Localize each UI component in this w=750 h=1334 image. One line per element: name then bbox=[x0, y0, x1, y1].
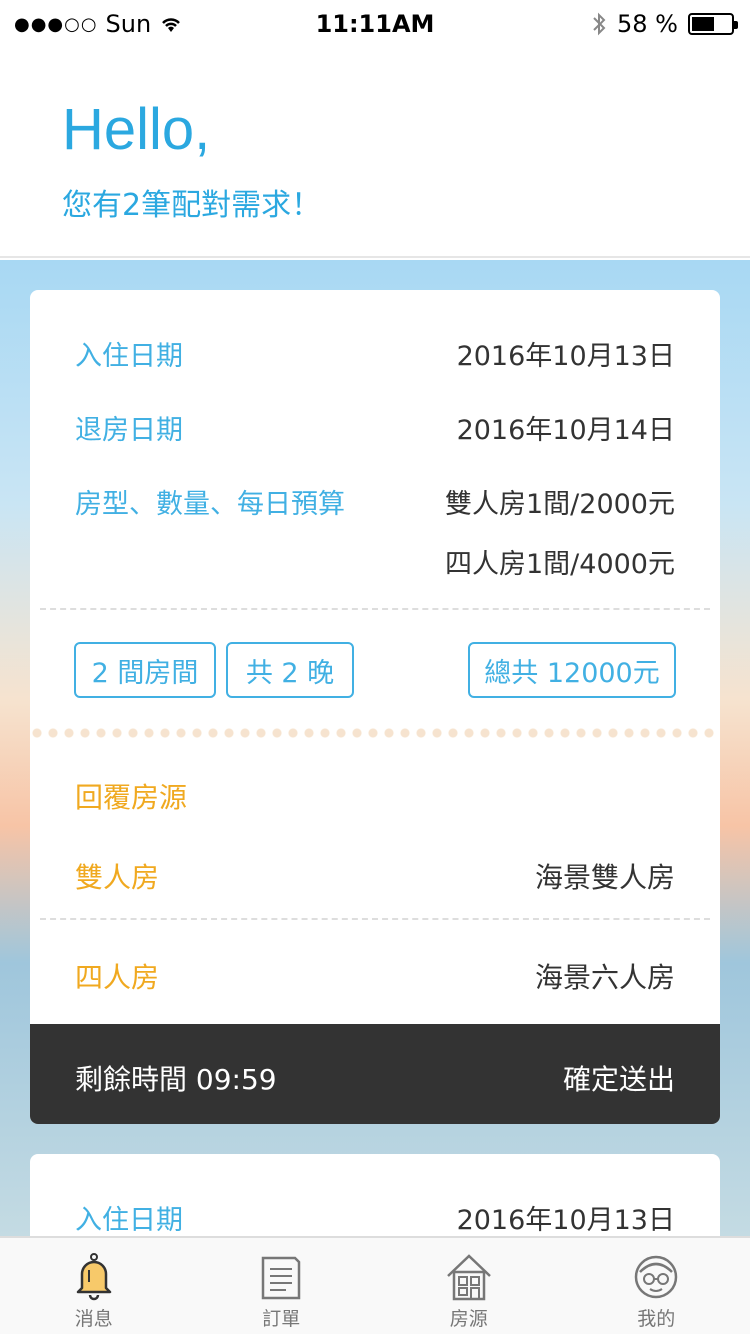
checkout-value: 2016年10月14日 bbox=[456, 415, 675, 446]
tab-messages[interactable]: 消息 bbox=[0, 1238, 188, 1334]
rooms-count-tag: 2 間房間 bbox=[74, 642, 216, 698]
checkin-label: 入住日期 bbox=[75, 341, 183, 372]
battery-icon bbox=[688, 13, 738, 35]
reply-room-name: 海景雙人房 bbox=[534, 861, 675, 894]
room-budget-row-2: 四人房1間/4000元 bbox=[75, 542, 675, 582]
status-bar: ●●●○○ Sun 11:11AM 58 % bbox=[0, 0, 750, 48]
request-card: 入住日期 2016年10月13日 退房日期 2016年10月14日 房型、數量、… bbox=[30, 290, 720, 1124]
greeting-title: Hello, bbox=[62, 97, 211, 162]
battery-percent: 58 % bbox=[617, 10, 678, 38]
tab-label: 訂單 bbox=[262, 1308, 301, 1330]
tab-label: 房源 bbox=[449, 1308, 488, 1330]
tab-orders[interactable]: 訂單 bbox=[188, 1238, 376, 1334]
checkin-row: 入住日期 2016年10月13日 bbox=[75, 1198, 675, 1238]
tab-label: 消息 bbox=[74, 1308, 113, 1330]
divider bbox=[40, 608, 710, 610]
checkin-label: 入住日期 bbox=[75, 1205, 183, 1236]
divider bbox=[40, 918, 710, 920]
card-action-bar: 剩餘時間 09:59 確定送出 bbox=[30, 1024, 720, 1124]
room-budget-value: 四人房1間/4000元 bbox=[445, 549, 675, 580]
tab-listings[interactable]: 房源 bbox=[375, 1238, 563, 1334]
reply-title: 回覆房源 bbox=[75, 781, 188, 814]
total-price-tag: 總共 12000元 bbox=[468, 642, 676, 698]
bluetooth-icon bbox=[593, 12, 606, 36]
checkin-value: 2016年10月13日 bbox=[456, 341, 675, 372]
bell-icon bbox=[76, 1253, 111, 1301]
profile-icon bbox=[635, 1255, 678, 1299]
reply-room-name: 海景六人房 bbox=[534, 961, 675, 994]
page-header: Hello, 您有2筆配對需求！ bbox=[0, 48, 750, 258]
submit-button[interactable]: 確定送出 bbox=[563, 1058, 675, 1098]
tab-bar: 消息 訂單 房源 我的 bbox=[0, 1236, 750, 1334]
checkout-row: 退房日期 2016年10月14日 bbox=[75, 408, 675, 448]
remaining-time: 剩餘時間 09:59 bbox=[75, 1063, 277, 1096]
checkout-label: 退房日期 bbox=[75, 415, 183, 446]
room-budget-row: 房型、數量、每日預算 雙人房1間/2000元 bbox=[75, 482, 675, 522]
checkin-value: 2016年10月13日 bbox=[456, 1205, 675, 1236]
reply-room-type: 四人房 bbox=[75, 961, 160, 994]
tab-label: 我的 bbox=[637, 1308, 676, 1330]
reply-room-type: 雙人房 bbox=[75, 861, 160, 894]
nights-count-tag: 共 2 晚 bbox=[226, 642, 354, 698]
document-icon bbox=[262, 1256, 301, 1300]
ticket-perforation bbox=[30, 726, 720, 740]
greeting-subtitle: 您有2筆配對需求！ bbox=[62, 188, 322, 223]
tab-profile[interactable]: 我的 bbox=[563, 1238, 750, 1334]
room-budget-value: 雙人房1間/2000元 bbox=[445, 489, 675, 520]
house-icon bbox=[446, 1254, 491, 1301]
room-budget-label: 房型、數量、每日預算 bbox=[75, 489, 345, 520]
checkin-row: 入住日期 2016年10月13日 bbox=[75, 334, 675, 374]
